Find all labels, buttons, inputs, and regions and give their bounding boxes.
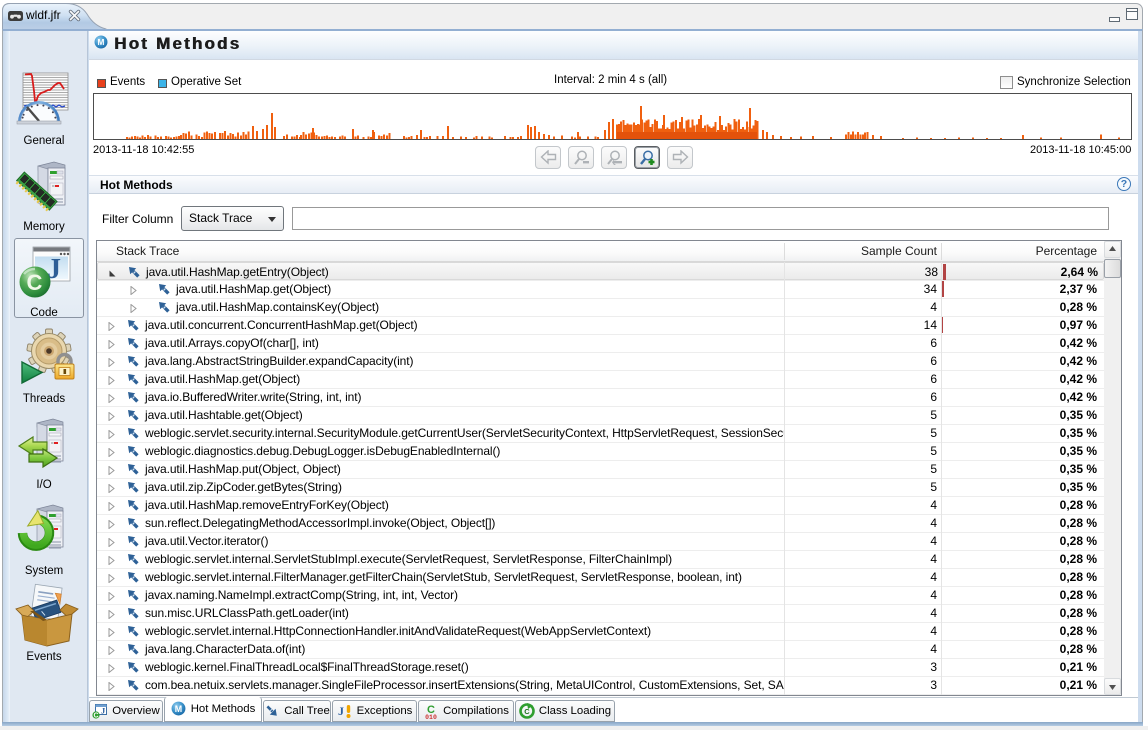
svg-text:M: M (175, 704, 182, 714)
